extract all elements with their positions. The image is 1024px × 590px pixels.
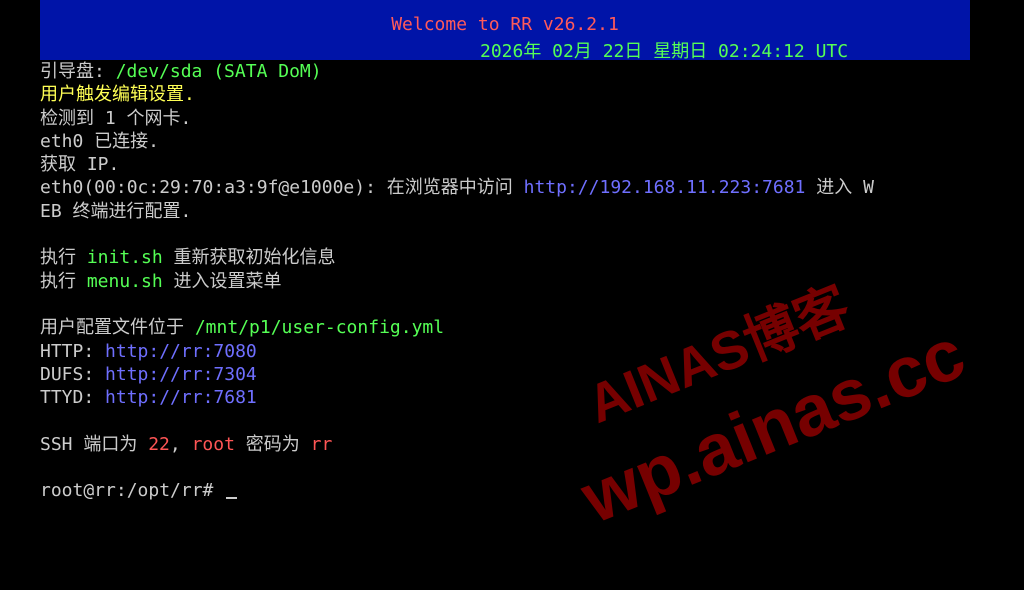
exec-label: 执行 <box>40 247 87 269</box>
terminal-console[interactable]: 引导盘: /dev/sda (SATA DoM) 用户触发编辑设置. 检测到 1… <box>40 60 980 503</box>
eth0-access-line: eth0(00:0c:29:70:a3:9f@e1000e): 在浏览器中访问 … <box>40 176 980 199</box>
menu-command: menu.sh <box>86 270 163 292</box>
menu-description: 进入设置菜单 <box>162 270 282 292</box>
title-banner: Welcome to RR v26.2.1 2026年 02月 22日 星期日 … <box>40 0 970 62</box>
init-command: init.sh <box>86 247 163 269</box>
eth0-url-link[interactable]: http://192.168.11.223:7681 <box>524 177 806 198</box>
ttyd-label: TTYD: <box>40 387 106 409</box>
boot-disk-line: 引导盘: /dev/sda (SATA DoM) <box>40 60 980 83</box>
dufs-url-link[interactable]: http://rr:7304 <box>105 364 257 385</box>
http-line: HTTP: http://rr:7080 <box>40 340 980 363</box>
config-path-line: 用户配置文件位于 /mnt/p1/user-config.yml <box>40 316 980 339</box>
user-edit-message: 用户触发编辑设置. <box>40 84 195 106</box>
boot-disk-value: /dev/sda (SATA DoM) <box>115 61 322 82</box>
ssh-label: SSH 端口为 <box>40 433 149 455</box>
http-label: HTTP: <box>40 340 106 362</box>
ttyd-line: TTYD: http://rr:7681 <box>40 386 980 409</box>
init-exec-line: 执行 init.sh 重新获取初始化信息 <box>40 246 980 269</box>
config-label: 用户配置文件位于 <box>40 317 195 339</box>
ssh-password-label: 密码为 <box>234 433 311 455</box>
nic-detect-line: 检测到 1 个网卡. <box>40 107 192 129</box>
eth0-access-cont-line: EB 终端进行配置. <box>40 200 192 222</box>
http-url-link[interactable]: http://rr:7080 <box>105 341 257 362</box>
eth0-connected-line: eth0 已连接. <box>40 130 160 152</box>
shell-prompt-line[interactable]: root@rr:/opt/rr# <box>40 479 980 502</box>
dufs-label: DUFS: <box>40 363 106 385</box>
ssh-info-line: SSH 端口为 22, root 密码为 rr <box>40 433 980 456</box>
get-ip-line: 获取 IP. <box>40 154 120 176</box>
shell-prompt: root@rr:/opt/rr# <box>40 480 225 502</box>
banner-title: Welcome to RR v26.2.1 <box>391 14 619 35</box>
ssh-password: rr <box>310 433 333 455</box>
init-description: 重新获取初始化信息 <box>162 247 336 269</box>
eth0-access-suffix: 进入 W <box>805 177 874 199</box>
dufs-line: DUFS: http://rr:7304 <box>40 363 980 386</box>
text-cursor <box>226 496 238 499</box>
menu-exec-line: 执行 menu.sh 进入设置菜单 <box>40 270 980 293</box>
eth0-access-prefix: eth0(00:0c:29:70:a3:9f@e1000e): 在浏览器中访问 <box>40 177 524 199</box>
ssh-separator: , <box>169 433 192 455</box>
exec-label: 执行 <box>40 270 87 292</box>
ttyd-url-link[interactable]: http://rr:7681 <box>105 387 257 408</box>
ssh-user: root <box>191 433 235 455</box>
ssh-port: 22 <box>148 433 170 455</box>
config-path: /mnt/p1/user-config.yml <box>194 317 445 339</box>
boot-disk-label: 引导盘: <box>40 61 116 82</box>
